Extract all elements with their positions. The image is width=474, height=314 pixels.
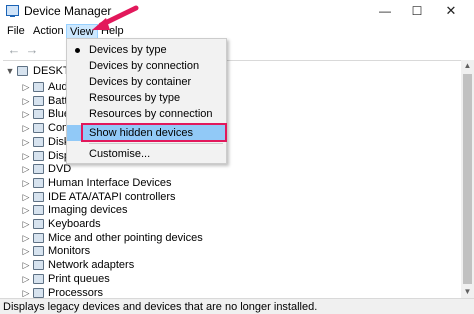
status-text: Displays legacy devices and devices that…	[3, 301, 318, 313]
view-menu-item-label: Customise...	[89, 148, 151, 160]
menu-help[interactable]: Help	[98, 24, 127, 39]
ide-controller-icon	[33, 191, 44, 202]
menu-file[interactable]: File	[4, 24, 28, 39]
menu-view[interactable]: View	[66, 24, 98, 39]
view-menu-item[interactable]: Customise...	[67, 146, 226, 162]
audio-icon	[33, 82, 44, 92]
window-title: Device Manager	[24, 4, 112, 18]
annotation-highlight-box	[81, 123, 227, 142]
network-adapter-icon	[33, 260, 44, 271]
view-menu-item[interactable]: Devices by type	[67, 42, 226, 58]
status-bar: Displays legacy devices and devices that…	[0, 298, 474, 314]
menu-action[interactable]: Action	[30, 24, 67, 39]
close-button[interactable]: ✕	[436, 0, 466, 22]
monitor-icon	[33, 246, 44, 257]
view-menu-item-label: Resources by type	[89, 92, 181, 104]
vertical-scrollbar[interactable]: ▲ ▼	[461, 60, 474, 298]
radio-bullet-icon	[75, 48, 80, 53]
scroll-down-icon[interactable]: ▼	[461, 286, 474, 298]
computer-icon	[17, 66, 28, 76]
scroll-thumb[interactable]	[463, 74, 472, 284]
title-bar: Device Manager — ☐ ✕	[0, 0, 474, 22]
device-manager-icon	[6, 5, 19, 17]
keyboard-icon	[33, 219, 44, 229]
collapse-chevron-icon[interactable]: ▼	[5, 63, 15, 79]
minimize-button[interactable]: —	[370, 0, 400, 22]
printer-icon	[33, 273, 44, 284]
bluetooth-icon	[33, 109, 44, 120]
processor-icon	[33, 287, 44, 298]
hid-icon	[33, 177, 44, 188]
camera-icon	[33, 205, 44, 216]
view-menu-item-label: Devices by container	[89, 76, 192, 88]
menu-separator	[89, 143, 223, 144]
view-menu-item[interactable]: Resources by type	[67, 90, 226, 106]
view-menu-item-label: Devices by connection	[89, 60, 200, 72]
mouse-icon	[33, 232, 44, 243]
computer-icon	[33, 123, 44, 134]
view-menu-item[interactable]: Devices by connection	[67, 58, 226, 74]
forward-arrow-icon[interactable]: →	[24, 42, 40, 58]
maximize-button[interactable]: ☐	[402, 0, 432, 22]
back-arrow-icon[interactable]: ←	[6, 42, 22, 58]
view-menu-item-label: Resources by connection	[89, 108, 213, 120]
disk-drive-icon	[33, 136, 44, 147]
view-menu-dropdown: Devices by type Devices by connection Devi…	[66, 38, 227, 164]
dvd-drive-icon	[33, 164, 44, 175]
scroll-up-icon[interactable]: ▲	[461, 60, 474, 72]
view-menu-item[interactable]: Resources by connection	[67, 106, 226, 122]
display-adapter-icon	[33, 150, 44, 161]
view-menu-item[interactable]: Devices by container	[67, 74, 226, 90]
battery-icon	[33, 95, 44, 106]
view-menu-item-label: Devices by type	[89, 44, 167, 56]
